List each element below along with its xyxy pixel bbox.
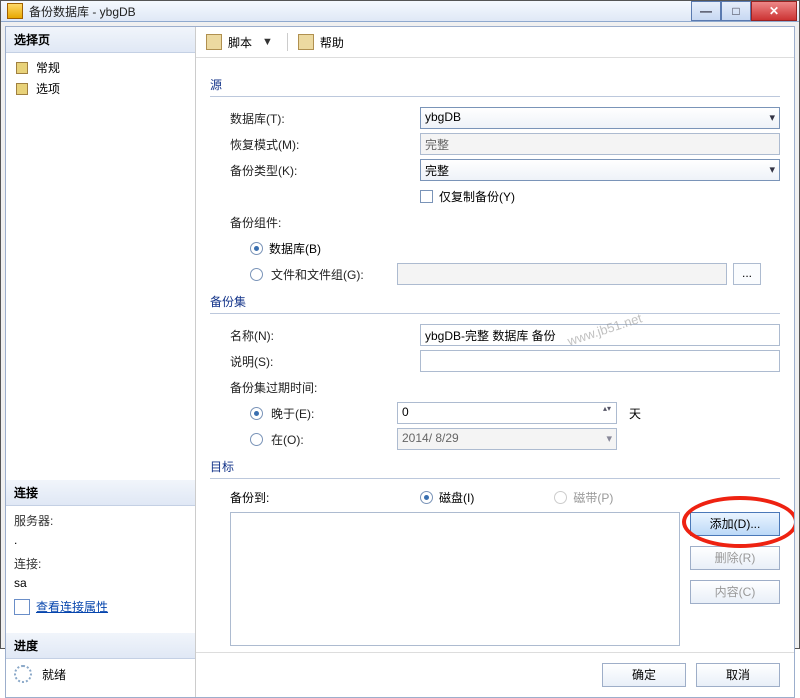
expire-after-unit: 天	[629, 405, 641, 422]
help-button[interactable]: 帮助	[320, 34, 344, 51]
dialog-footer: 确定 取消	[196, 652, 794, 697]
maximize-button[interactable]: □	[721, 1, 751, 21]
expire-on-radio[interactable]	[250, 433, 263, 446]
backup-type-label: 备份类型(K):	[230, 162, 420, 179]
group-destination: 目标	[210, 458, 780, 475]
help-icon	[298, 34, 314, 50]
expire-after-radio[interactable]	[250, 407, 263, 420]
link-label: 查看连接属性	[36, 598, 108, 615]
component-database-label: 数据库(B)	[269, 240, 321, 257]
dest-disk-label: 磁盘(I)	[439, 489, 474, 506]
description-label: 说明(S):	[230, 353, 420, 370]
server-label: 服务器:	[14, 512, 187, 529]
component-files-radio[interactable]	[250, 268, 263, 281]
recovery-model-field: 完整	[420, 133, 780, 155]
toolbar: 脚本 ▼ 帮助	[196, 27, 794, 58]
group-backup-set: 备份集	[210, 293, 780, 310]
page-icon	[14, 81, 30, 97]
component-files-label: 文件和文件组(G):	[269, 266, 397, 283]
expire-label: 备份集过期时间:	[230, 379, 420, 396]
form-content: 源 数据库(T): ybgDB 恢复模式(M): 完整 备份类型(K): 完整	[196, 58, 794, 652]
sidebar-header-pages: 选择页	[6, 27, 195, 53]
component-database-radio[interactable]	[250, 242, 263, 255]
database-select[interactable]: ybgDB	[420, 107, 780, 129]
backup-database-window: 备份数据库 - ybgDB — □ ✕ 选择页 常规 选项 连接	[0, 0, 800, 649]
page-icon	[14, 60, 30, 76]
sidebar: 选择页 常规 选项 连接 服务器: . 连接: sa	[6, 27, 196, 697]
ok-button[interactable]: 确定	[602, 663, 686, 687]
contents-button[interactable]: 内容(C)	[690, 580, 780, 604]
backup-to-label: 备份到:	[230, 489, 420, 506]
copy-only-label: 仅复制备份(Y)	[439, 188, 515, 205]
minimize-button[interactable]: —	[691, 1, 721, 21]
sidebar-item-options[interactable]: 选项	[12, 78, 189, 99]
expire-on-datepicker[interactable]: 2014/ 8/29	[397, 428, 617, 450]
database-label: 数据库(T):	[230, 110, 420, 127]
backup-type-select[interactable]: 完整	[420, 159, 780, 181]
sidebar-item-label: 常规	[36, 59, 60, 76]
script-button[interactable]: 脚本	[228, 34, 252, 51]
add-button[interactable]: 添加(D)...	[690, 512, 780, 536]
expire-on-label: 在(O):	[269, 431, 397, 448]
expire-after-stepper[interactable]: 0	[397, 402, 617, 424]
description-input[interactable]	[420, 350, 780, 372]
name-label: 名称(N):	[230, 327, 420, 344]
app-icon	[7, 3, 23, 19]
progress-spinner-icon	[14, 665, 32, 683]
title-bar: 备份数据库 - ybgDB — □ ✕	[1, 1, 799, 22]
filegroups-field	[397, 263, 727, 285]
server-value: .	[14, 533, 187, 547]
sidebar-header-progress: 进度	[6, 633, 195, 659]
name-input[interactable]: ybgDB-完整 数据库 备份	[420, 324, 780, 346]
connection-value: sa	[14, 576, 187, 590]
recovery-model-label: 恢复模式(M):	[230, 136, 420, 153]
destination-list[interactable]	[230, 512, 680, 646]
separator	[287, 33, 288, 51]
view-connection-properties-link[interactable]: 查看连接属性	[14, 598, 187, 615]
connection-label: 连接:	[14, 555, 187, 572]
dest-tape-label: 磁带(P)	[573, 489, 613, 506]
dest-tape-radio	[554, 491, 567, 504]
filegroups-browse-button[interactable]: ...	[733, 263, 761, 285]
main-panel: 脚本 ▼ 帮助 源 数据库(T): ybgDB 恢复模式(M): 完整 备	[196, 27, 794, 697]
script-icon	[206, 34, 222, 50]
sidebar-header-connection: 连接	[6, 480, 195, 506]
group-source: 源	[210, 76, 780, 93]
dest-disk-radio[interactable]	[420, 491, 433, 504]
properties-icon	[14, 599, 30, 615]
cancel-button[interactable]: 取消	[696, 663, 780, 687]
progress-status: 就绪	[42, 666, 66, 683]
sidebar-item-label: 选项	[36, 80, 60, 97]
window-body: 选择页 常规 选项 连接 服务器: . 连接: sa	[5, 26, 795, 698]
close-button[interactable]: ✕	[751, 1, 797, 21]
copy-only-checkbox[interactable]	[420, 190, 433, 203]
remove-button[interactable]: 删除(R)	[690, 546, 780, 570]
window-controls: — □ ✕	[691, 1, 797, 21]
backup-component-label: 备份组件:	[230, 214, 420, 231]
expire-after-label: 晚于(E):	[269, 405, 397, 422]
script-dropdown-icon[interactable]: ▼	[258, 36, 277, 48]
window-title: 备份数据库 - ybgDB	[29, 3, 691, 20]
sidebar-item-general[interactable]: 常规	[12, 57, 189, 78]
